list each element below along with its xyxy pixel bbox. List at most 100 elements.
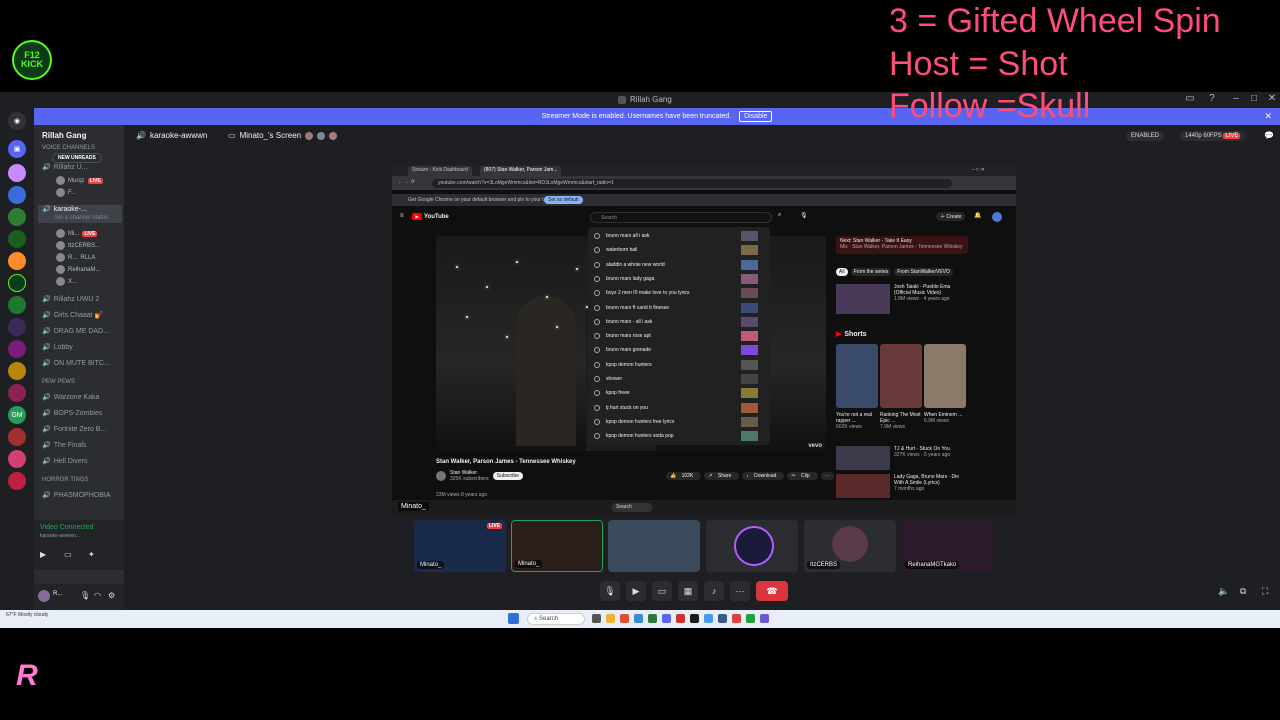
voice-connected-label[interactable]: Video Connected	[40, 524, 94, 531]
search-suggestion[interactable]: boyz 2 men i'll make love to you lyrics	[588, 286, 770, 300]
window-controls[interactable]: – □ ✕	[968, 166, 989, 176]
search-suggestion[interactable]: bruno mars grenade	[588, 343, 770, 357]
server-icon[interactable]	[8, 274, 26, 292]
voice-user[interactable]: ReihanaM...	[56, 265, 100, 274]
gear-icon[interactable]: ⚙	[108, 591, 115, 600]
app-icon[interactable]	[606, 614, 615, 623]
app-icon[interactable]	[620, 614, 629, 623]
like-button[interactable]: 👍 102K	[666, 472, 702, 480]
browser-tab-active[interactable]: (807) Stan Walker, Parson Jam...	[480, 166, 562, 176]
voice-user[interactable]: X...	[56, 277, 77, 286]
next-up-card[interactable]: Next: Stan Walker - Take It Easy Mix · S…	[836, 236, 968, 254]
channel-status[interactable]: Set a channel status	[54, 215, 108, 221]
maximize-button[interactable]: □	[1246, 93, 1262, 107]
stream-quality[interactable]: 1440p 60FPS LIVE	[1180, 131, 1246, 141]
minimize-button[interactable]: –	[1228, 93, 1244, 107]
voice-user[interactable]: F...	[56, 188, 76, 197]
search-icon[interactable]: ⌕	[778, 212, 781, 219]
channel-item[interactable]: 🔊 Lobby	[42, 343, 122, 351]
search-suggestion[interactable]: kpop demon hunters	[588, 358, 770, 372]
start-icon[interactable]	[508, 613, 519, 624]
app-icon[interactable]	[634, 614, 643, 623]
participant-tile[interactable]: Minato_	[511, 520, 603, 572]
screen-share-title[interactable]: ▭ Minato_'s Screen	[228, 131, 338, 140]
server-icon[interactable]	[8, 208, 26, 226]
channel-item[interactable]: 🔊 BOPS-Zombies	[42, 409, 122, 417]
headphones-icon[interactable]: ◠	[94, 591, 101, 600]
participant-tile[interactable]	[706, 520, 798, 572]
screen-share-view[interactable]: Stream - Kick Dashboard (807) Stan Walke…	[392, 164, 1016, 516]
app-icon[interactable]	[662, 614, 671, 623]
server-icon[interactable]	[8, 362, 26, 380]
channel-item[interactable]: 🔊 ON MUTE BITC...	[42, 359, 122, 367]
weather-widget[interactable]: 67°F Mostly cloudy	[6, 612, 48, 618]
server-icon[interactable]	[8, 318, 26, 336]
server-icon[interactable]: GM	[8, 406, 26, 424]
chip-all[interactable]: All	[836, 268, 848, 276]
channel-item[interactable]: 🔊 The Finals	[42, 441, 122, 449]
call-channel[interactable]: 🔊 karaoke-awwwn	[136, 131, 207, 140]
chip-channel[interactable]: From StanWalkerVEVO	[894, 268, 953, 276]
voice-user[interactable]: R... RLLA	[56, 253, 95, 262]
camera-icon[interactable]: ▶	[40, 550, 46, 559]
recommended-video[interactable]: Josh Taiaki - Pueblo Ema (Official Music…	[836, 284, 968, 318]
app-icon[interactable]	[648, 614, 657, 623]
channel-item[interactable]: 🔊 Rillahz UWU 2	[42, 295, 122, 303]
more-icon[interactable]: ⋯	[820, 472, 834, 480]
participant-tile[interactable]: LIVE Minato_	[414, 520, 506, 572]
screen-share-icon[interactable]: ▭	[64, 550, 72, 559]
participant-tile[interactable]	[608, 520, 700, 572]
channel-item[interactable]: 🔊 Hell Divers	[42, 457, 122, 465]
voice-user[interactable]: Murqz LIVE	[56, 176, 103, 185]
server-icon[interactable]	[8, 384, 26, 402]
server-icon[interactable]	[8, 252, 26, 270]
server-icon[interactable]	[8, 230, 26, 248]
bell-icon[interactable]: 🔔	[974, 212, 981, 219]
channel-item[interactable]: 🔊 Warzone Kaka	[42, 393, 122, 401]
subscribe-button[interactable]: Subscribe	[492, 472, 523, 480]
channel-item[interactable]: 🔊 DRAG ME DAD...	[42, 327, 122, 335]
help-icon[interactable]: ?	[1204, 93, 1220, 107]
channel-item[interactable]: 🔊 Girls Chaaat 💅	[42, 311, 122, 319]
new-unreads-pill[interactable]: NEW UNREADS	[52, 153, 102, 163]
server-name[interactable]: Rillah Gang	[42, 131, 86, 140]
search-suggestion[interactable]: shower	[588, 372, 770, 386]
disable-button[interactable]: Disable	[739, 111, 773, 122]
screen-share-button[interactable]: ▭	[652, 581, 672, 601]
url-input[interactable]: youtube.com/watch?v=3LoMgeWmmcs&list=RD3…	[432, 179, 952, 188]
search-suggestion[interactable]: bruno mars ft cardi b finesse	[588, 301, 770, 315]
short-thumbnail[interactable]	[880, 344, 922, 408]
search-suggestion[interactable]: bruno mars all i ask	[588, 229, 770, 243]
fullscreen-icon[interactable]: ⛶	[1262, 586, 1268, 597]
search-suggestion[interactable]: tj hurt stuck on you	[588, 401, 770, 415]
enabled-pill[interactable]: ENABLED	[1126, 131, 1165, 141]
voice-user[interactable]: Mi... LIVE	[56, 229, 98, 238]
leave-call-button[interactable]: ☎	[756, 581, 788, 601]
download-button[interactable]: ↓ Download	[742, 472, 785, 480]
share-button[interactable]: ↗ Share	[704, 472, 740, 480]
search-suggestion[interactable]: kpop freee	[588, 386, 770, 400]
search-suggestion[interactable]: bruno mars rose apt	[588, 329, 770, 343]
search-suggestion[interactable]: aladdin a whole new world	[588, 258, 770, 272]
avatar[interactable]	[38, 590, 50, 602]
search-suggestion[interactable]: kpop demon hunters free lyrics	[588, 415, 770, 429]
app-icon[interactable]	[718, 614, 727, 623]
mic-button[interactable]: 🎙	[600, 581, 620, 601]
inbox-icon[interactable]: ▭	[1182, 93, 1198, 107]
app-icon[interactable]	[746, 614, 755, 623]
server-icon[interactable]	[8, 428, 26, 446]
avatar[interactable]	[436, 471, 446, 481]
discord-home-icon[interactable]: ◉	[8, 112, 26, 130]
more-options-button[interactable]: ⋯	[730, 581, 750, 601]
voice-user[interactable]: ItzCERBS...	[56, 241, 100, 250]
youtube-search-input[interactable]: Search	[590, 212, 772, 223]
app-icon[interactable]	[690, 614, 699, 623]
channel-item[interactable]: 🔊 Rillahz U...	[42, 163, 122, 171]
camera-button[interactable]: ▶	[626, 581, 646, 601]
app-icon[interactable]	[676, 614, 685, 623]
close-window-button[interactable]: ✕	[1264, 93, 1280, 107]
app-icon[interactable]	[592, 614, 601, 623]
short-thumbnail[interactable]	[924, 344, 966, 408]
soundboard-button[interactable]: ♪	[704, 581, 724, 601]
server-icon[interactable]	[8, 164, 26, 182]
